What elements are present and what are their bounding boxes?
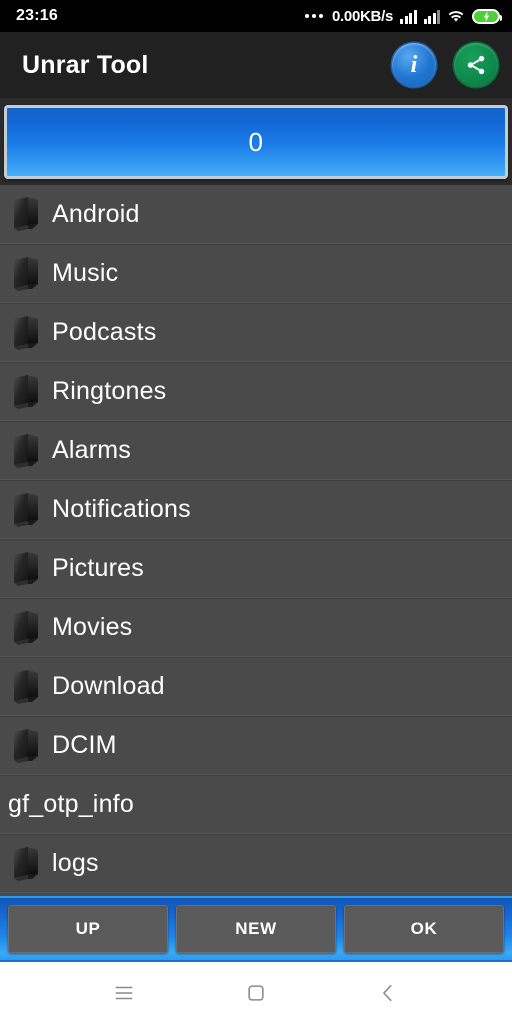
new-button[interactable]: NEW: [176, 905, 336, 953]
list-item-label: logs: [52, 849, 99, 877]
list-item[interactable]: logs: [0, 834, 512, 893]
network-speed-label: 0.00KB/s: [332, 7, 393, 25]
folder-icon: [8, 431, 46, 471]
signal-bars-icon-1: [400, 9, 417, 24]
app-title-bar: Unrar Tool i: [0, 32, 512, 98]
page-title: Unrar Tool: [22, 50, 149, 79]
list-item[interactable]: Pictures: [0, 539, 512, 598]
folder-icon: [8, 194, 46, 234]
up-button[interactable]: UP: [8, 905, 168, 953]
folder-icon: [8, 372, 46, 412]
file-list[interactable]: Android Music Podcasts Ringtones Alarms Notif…: [0, 185, 512, 896]
info-glyph: i: [410, 52, 418, 78]
list-item-label: Movies: [52, 613, 133, 641]
ok-button-label: OK: [410, 919, 438, 938]
signal-bars-icon-2: [423, 9, 440, 24]
list-item[interactable]: Movies: [0, 598, 512, 657]
count-button-container: 0: [0, 98, 512, 185]
list-item[interactable]: Ringtones: [0, 362, 512, 421]
battery-charging-icon: [472, 8, 502, 24]
list-item-label: Pictures: [52, 554, 144, 582]
list-item[interactable]: Podcasts: [0, 303, 512, 362]
folder-icon: [8, 254, 46, 294]
more-dots-icon: [305, 14, 324, 18]
list-item[interactable]: Download: [0, 657, 512, 716]
list-item-label: DCIM: [52, 731, 117, 759]
folder-icon: [8, 608, 46, 648]
new-button-label: NEW: [235, 919, 277, 938]
folder-icon: [8, 313, 46, 353]
list-item[interactable]: gf_otp_info: [0, 775, 512, 834]
list-item-label: Podcasts: [52, 318, 157, 346]
share-glyph: [467, 55, 485, 75]
list-item[interactable]: Alarms: [0, 421, 512, 480]
up-button-label: UP: [75, 919, 101, 938]
status-clock: 23:16: [16, 7, 58, 24]
share-icon[interactable]: [454, 43, 498, 87]
status-bar: 23:16 0.00KB/s: [0, 0, 512, 32]
list-item[interactable]: Music: [0, 244, 512, 303]
list-item-label: Ringtones: [52, 377, 167, 405]
list-item-label: Alarms: [52, 436, 131, 464]
list-item[interactable]: Notifications: [0, 480, 512, 539]
menu-icon[interactable]: [109, 978, 139, 1008]
list-item-label: Android: [52, 199, 140, 228]
folder-icon: [8, 844, 46, 884]
folder-icon: [8, 549, 46, 589]
list-item-label: Music: [52, 259, 119, 287]
list-item-label: Notifications: [52, 495, 191, 523]
chevron-left-icon[interactable]: [373, 978, 403, 1008]
status-icons: 0.00KB/s: [305, 7, 502, 25]
folder-icon: [8, 490, 46, 530]
count-button-label: 0: [248, 126, 264, 157]
list-item[interactable]: DCIM: [0, 716, 512, 775]
folder-icon: [8, 726, 46, 766]
system-navigation-bar: [0, 962, 512, 1024]
wifi-icon: [447, 9, 465, 23]
count-button[interactable]: 0: [4, 105, 508, 179]
ok-button[interactable]: OK: [344, 905, 504, 953]
app-root: 23:16 0.00KB/s Unrar Tool i 0 Android Mu…: [0, 0, 512, 1024]
square-home-icon[interactable]: [241, 978, 271, 1008]
titlebar-actions: i: [392, 43, 498, 87]
list-item-label: Download: [52, 672, 165, 700]
bottom-action-bar: UP NEW OK: [0, 896, 512, 962]
list-item-label: gf_otp_info: [8, 790, 134, 818]
folder-icon: [8, 667, 46, 707]
info-icon[interactable]: i: [392, 43, 436, 87]
list-item[interactable]: Android: [0, 185, 512, 244]
